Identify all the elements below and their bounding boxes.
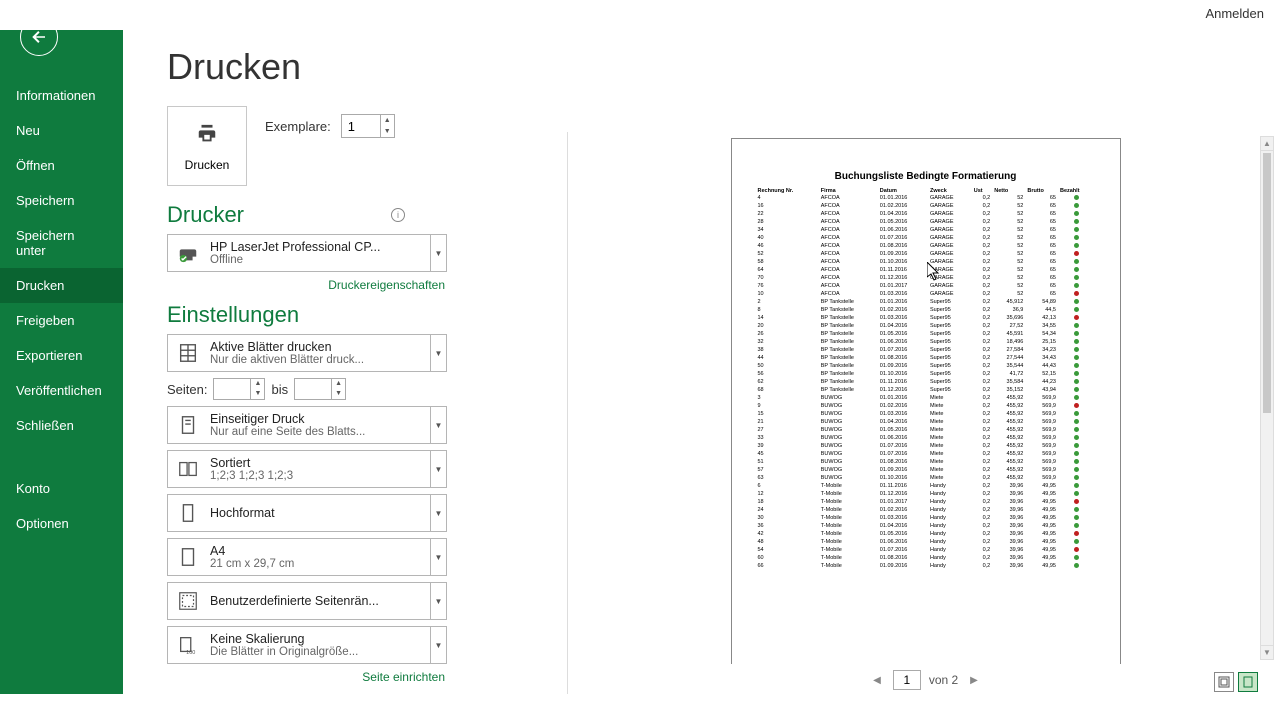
printer-status: Offline bbox=[210, 254, 440, 266]
printer-name: HP LaserJet Professional CP... bbox=[210, 240, 440, 254]
collate-select[interactable]: Sortiert1;2;3 1;2;3 1;2;3 ▼ bbox=[167, 450, 447, 488]
printer-icon bbox=[196, 121, 218, 152]
pages-to[interactable] bbox=[295, 379, 331, 399]
vertical-divider bbox=[567, 132, 568, 694]
margins-icon bbox=[174, 587, 202, 615]
backstage-sidebar: InformationenNeuÖffnenSpeichernSpeichern… bbox=[0, 4, 123, 694]
chevron-down-icon: ▼ bbox=[430, 583, 446, 619]
collate-icon bbox=[174, 455, 202, 483]
copies-up[interactable]: ▲ bbox=[381, 115, 394, 126]
nav-item-öffnen[interactable]: Öffnen bbox=[0, 148, 123, 183]
settings-heading: Einstellungen bbox=[167, 302, 447, 328]
printer-heading: Drucker i bbox=[167, 202, 447, 228]
nav-item-konto[interactable]: Konto bbox=[0, 471, 123, 506]
nav-item-neu[interactable]: Neu bbox=[0, 113, 123, 148]
chevron-down-icon: ▼ bbox=[430, 451, 446, 487]
scaling-icon: 100 bbox=[174, 631, 202, 659]
copies-spinner[interactable]: ▲▼ bbox=[341, 114, 395, 138]
nav-list: InformationenNeuÖffnenSpeichernSpeichern… bbox=[0, 78, 123, 541]
print-preview: Buchungsliste Bedingte Formatierung Rech… bbox=[593, 132, 1258, 694]
chevron-down-icon: ▼ bbox=[430, 335, 446, 371]
signin-link[interactable]: Anmelden bbox=[1205, 6, 1264, 21]
margins-select[interactable]: Benutzerdefinierte Seitenrän... ▼ bbox=[167, 582, 447, 620]
copies-down[interactable]: ▼ bbox=[381, 126, 394, 137]
show-margins-button[interactable] bbox=[1214, 672, 1234, 692]
scroll-thumb[interactable] bbox=[1263, 153, 1271, 413]
chevron-down-icon: ▼ bbox=[430, 235, 446, 271]
page-total-label: von 2 bbox=[929, 673, 958, 687]
scroll-down-button[interactable]: ▼ bbox=[1261, 645, 1273, 659]
nav-item-veröffentlichen[interactable]: Veröffentlichen bbox=[0, 373, 123, 408]
pages-label: Seiten: bbox=[167, 382, 207, 397]
preview-table: Rechnung Nr.FirmaDatumZweckUstNettoBrutt… bbox=[756, 188, 1096, 570]
preview-scrollbar[interactable]: ▲ ▼ bbox=[1260, 136, 1274, 660]
arrow-left-icon bbox=[30, 28, 48, 46]
next-page-button[interactable]: ▶ bbox=[966, 675, 982, 686]
printer-properties-link[interactable]: Druckereigenschaften bbox=[167, 278, 447, 292]
nav-item-optionen[interactable]: Optionen bbox=[0, 506, 123, 541]
page-size-icon bbox=[174, 543, 202, 571]
content-area: Anmelden Drucken Drucken Exemplare: bbox=[123, 4, 1280, 694]
preview-title: Buchungsliste Bedingte Formatierung bbox=[756, 171, 1096, 182]
print-button[interactable]: Drucken bbox=[167, 106, 247, 186]
printer-info-icon[interactable]: i bbox=[391, 208, 405, 222]
printer-device-icon bbox=[174, 239, 202, 267]
nav-item-drucken[interactable]: Drucken bbox=[0, 268, 123, 303]
page-title: Drucken bbox=[167, 46, 1236, 88]
sheets-icon bbox=[174, 339, 202, 367]
scroll-up-button[interactable]: ▲ bbox=[1261, 137, 1273, 151]
page-navigator: ◀ von 2 ▶ bbox=[869, 670, 982, 690]
pages-to-label: bis bbox=[271, 382, 288, 397]
copies-label: Exemplare: bbox=[265, 119, 331, 134]
nav-item-informationen[interactable]: Informationen bbox=[0, 78, 123, 113]
current-page-input[interactable] bbox=[893, 670, 921, 690]
nav-item-freigeben[interactable]: Freigeben bbox=[0, 303, 123, 338]
page-setup-link[interactable]: Seite einrichten bbox=[167, 670, 447, 684]
nav-item-speichern-unter[interactable]: Speichern unter bbox=[0, 218, 123, 268]
preview-page: Buchungsliste Bedingte Formatierung Rech… bbox=[731, 138, 1121, 664]
chevron-down-icon: ▼ bbox=[430, 539, 446, 575]
chevron-down-icon: ▼ bbox=[430, 627, 446, 663]
zoom-to-page-button[interactable] bbox=[1238, 672, 1258, 692]
pages-to-spinner[interactable]: ▲▼ bbox=[294, 378, 346, 400]
pages-from[interactable] bbox=[214, 379, 250, 399]
chevron-down-icon: ▼ bbox=[430, 407, 446, 443]
sides-select[interactable]: Einseitiger DruckNur auf eine Seite des … bbox=[167, 406, 447, 444]
svg-text:100: 100 bbox=[186, 650, 195, 656]
printer-select[interactable]: HP LaserJet Professional CP... Offline ▼ bbox=[167, 234, 447, 272]
print-button-label: Drucken bbox=[185, 158, 230, 172]
pages-from-spinner[interactable]: ▲▼ bbox=[213, 378, 265, 400]
portrait-icon bbox=[174, 499, 202, 527]
print-what-select[interactable]: Aktive Blätter druckenNur die aktiven Bl… bbox=[167, 334, 447, 372]
nav-item-speichern[interactable]: Speichern bbox=[0, 183, 123, 218]
pages-range-row: Seiten: ▲▼ bis ▲▼ bbox=[167, 378, 447, 400]
scaling-select[interactable]: 100 Keine SkalierungDie Blätter in Origi… bbox=[167, 626, 447, 664]
copies-input[interactable] bbox=[342, 117, 380, 136]
chevron-down-icon: ▼ bbox=[430, 495, 446, 531]
nav-item-schließen[interactable]: Schließen bbox=[0, 408, 123, 443]
prev-page-button[interactable]: ◀ bbox=[869, 675, 885, 686]
page-single-icon bbox=[174, 411, 202, 439]
paper-size-select[interactable]: A421 cm x 29,7 cm ▼ bbox=[167, 538, 447, 576]
orientation-select[interactable]: Hochformat ▼ bbox=[167, 494, 447, 532]
nav-item-exportieren[interactable]: Exportieren bbox=[0, 338, 123, 373]
